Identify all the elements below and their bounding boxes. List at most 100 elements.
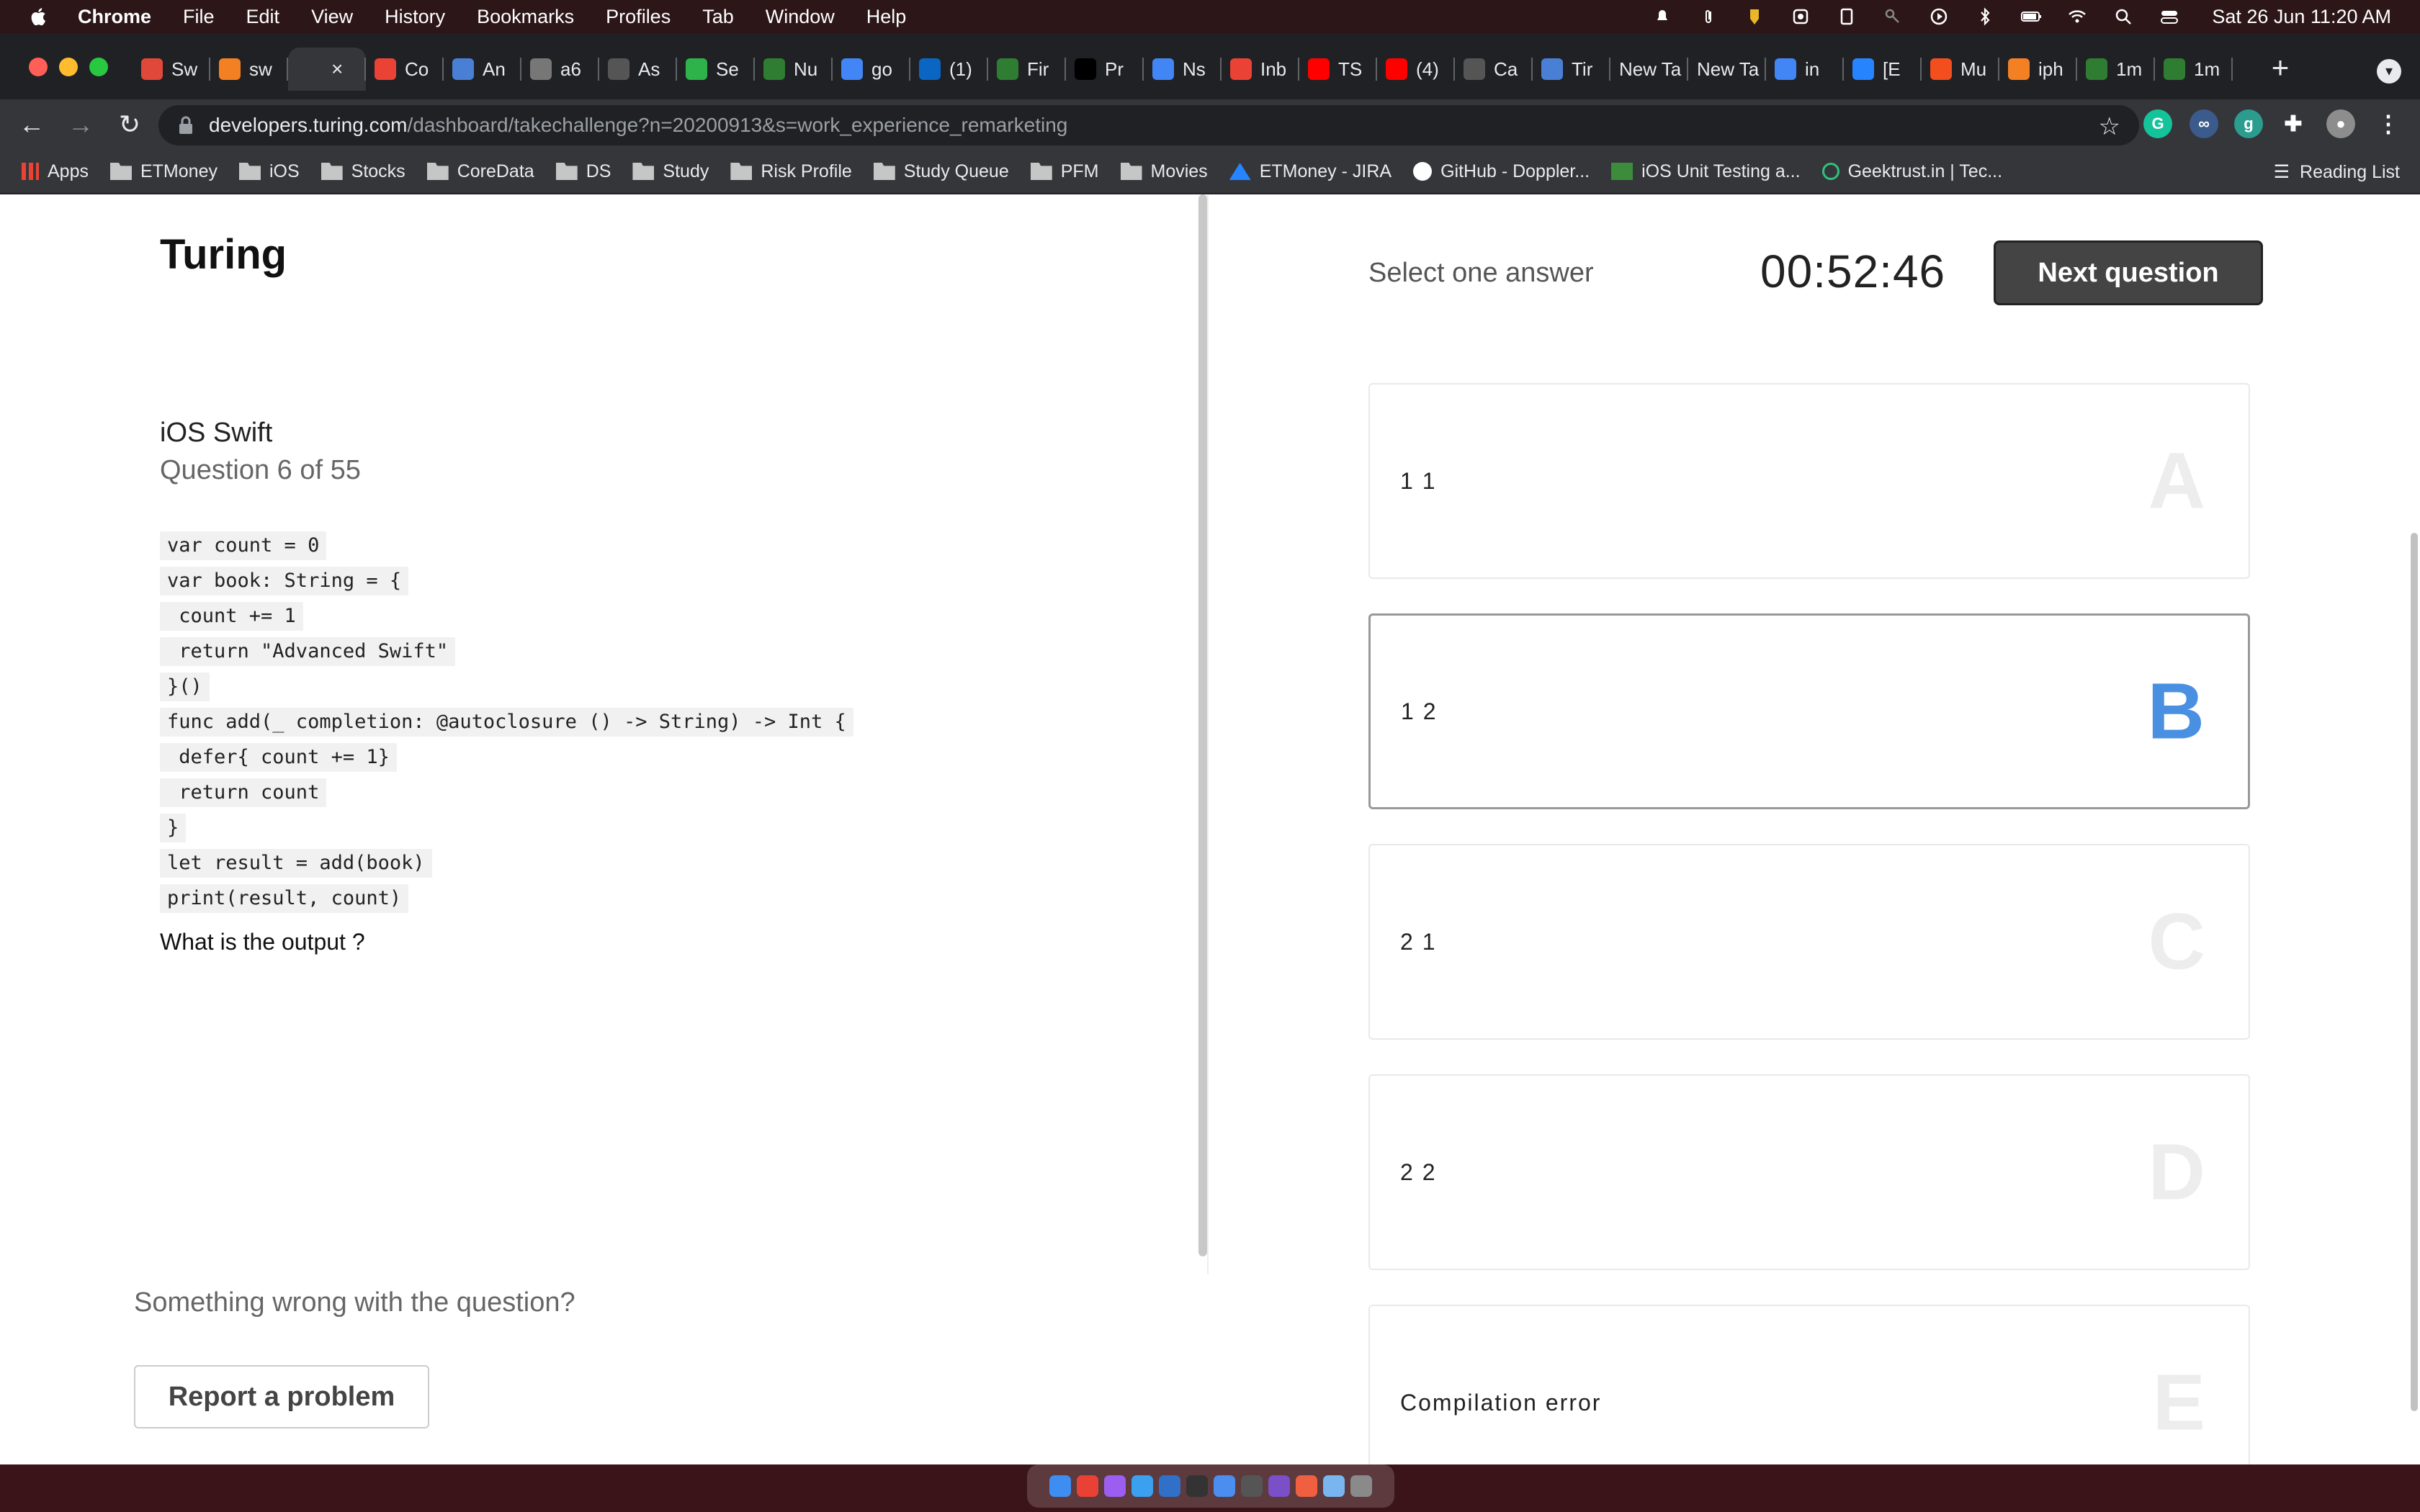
back-arrow-icon[interactable]: ← [12, 104, 52, 145]
menu-app-name[interactable]: Chrome [78, 6, 151, 28]
browser-tab[interactable]: An [444, 48, 521, 91]
answer-option-e[interactable]: Compilation error E [1368, 1305, 2250, 1464]
leetcode-extension-icon[interactable]: ∞ [2190, 109, 2218, 138]
browser-tab[interactable]: Fir [988, 48, 1066, 91]
play-circle-icon[interactable] [1928, 6, 1950, 27]
bookmark-item[interactable]: Risk Profile [730, 161, 852, 182]
profile-avatar[interactable]: ● [2326, 109, 2355, 138]
browser-tab[interactable]: Tir [1533, 48, 1610, 91]
control-center-icon[interactable] [2159, 6, 2180, 27]
browser-tab[interactable]: × [288, 48, 366, 91]
menu-bar-clock[interactable]: Sat 26 Jun 11:20 AM [2212, 6, 2391, 28]
minimize-window-button[interactable] [59, 58, 78, 76]
menu-help[interactable]: Help [866, 6, 907, 28]
menu-view[interactable]: View [311, 6, 353, 28]
bookmark-item[interactable]: iOS [238, 161, 300, 182]
bookmark-item[interactable]: GitHub - Doppler... [1413, 161, 1590, 182]
bookmark-item[interactable]: Movies [1120, 161, 1208, 182]
maps-icon[interactable] [1214, 1475, 1235, 1497]
paperclip-icon[interactable] [1698, 6, 1719, 27]
browser-tab[interactable]: Co [366, 48, 444, 91]
browser-tab[interactable]: sw [210, 48, 288, 91]
browser-tab[interactable]: Mu [1922, 48, 1999, 91]
reload-icon[interactable]: ↻ [109, 104, 150, 145]
battery-icon[interactable] [2020, 6, 2042, 27]
bookmark-star-icon[interactable]: ☆ [2099, 112, 2120, 141]
shield-icon[interactable] [1744, 6, 1765, 27]
browser-tab[interactable]: 1m [2155, 48, 2233, 91]
panel-scrollbar[interactable] [1198, 194, 1207, 1256]
app-dock-icon[interactable] [1159, 1475, 1180, 1497]
bookmark-item[interactable]: ETMoney - JIRA [1229, 161, 1392, 182]
browser-tab[interactable]: New Ta [1610, 48, 1688, 91]
browser-tab[interactable]: New Ta [1688, 48, 1766, 91]
bluetooth-icon[interactable] [1974, 6, 1996, 27]
reading-list-button[interactable]: ☰ Reading List [2274, 150, 2400, 194]
menu-tab[interactable]: Tab [702, 6, 734, 28]
url-text[interactable]: developers.turing.com/dashboard/takechal… [209, 114, 1067, 137]
browser-tab[interactable]: As [599, 48, 677, 91]
app-dock-icon[interactable] [1241, 1475, 1263, 1497]
browser-tab[interactable]: Ns [1144, 48, 1222, 91]
downloads-folder-icon[interactable] [1323, 1475, 1345, 1497]
close-tab-icon[interactable]: × [331, 58, 343, 81]
extension-badge-icon[interactable]: g [2234, 109, 2263, 138]
memory-chip-icon[interactable] [1836, 6, 1857, 27]
bookmark-item[interactable]: ETMoney [109, 161, 218, 182]
menu-edit[interactable]: Edit [246, 6, 280, 28]
bookmark-item[interactable]: Geektrust.in | Tec... [1821, 161, 2002, 182]
answer-option-b[interactable]: 1 2 B [1368, 613, 2250, 809]
browser-tab[interactable]: iph [1999, 48, 2077, 91]
bookmark-item[interactable]: CoreData [426, 161, 534, 182]
close-window-button[interactable] [29, 58, 48, 76]
browser-tab[interactable]: in [1766, 48, 1844, 91]
forward-arrow-icon[interactable]: → [60, 104, 101, 145]
spotlight-search-icon[interactable] [2112, 6, 2134, 27]
tab-search-icon[interactable]: ▾ [2377, 59, 2401, 84]
menu-history[interactable]: History [385, 6, 445, 28]
page-scrollbar-thumb[interactable] [2411, 533, 2418, 1411]
zoom-window-button[interactable] [89, 58, 108, 76]
bookmark-item[interactable]: Stocks [321, 161, 405, 182]
browser-tab[interactable]: a6 [521, 48, 599, 91]
browser-tab[interactable]: [E [1844, 48, 1922, 91]
bookmark-item[interactable]: DS [555, 161, 611, 182]
key-icon[interactable] [1882, 6, 1904, 27]
xcode-icon[interactable] [1131, 1475, 1153, 1497]
swift-playgrounds-icon[interactable] [1296, 1475, 1317, 1497]
terminal-icon[interactable] [1186, 1475, 1208, 1497]
finder-icon[interactable] [1049, 1475, 1071, 1497]
browser-tab[interactable]: Se [677, 48, 755, 91]
answer-option-d[interactable]: 2 2 D [1368, 1074, 2250, 1270]
gear-status-icon[interactable] [1790, 6, 1811, 27]
bookmark-item[interactable]: Study [632, 161, 709, 182]
menu-bookmarks[interactable]: Bookmarks [477, 6, 574, 28]
trash-icon[interactable] [1350, 1475, 1372, 1497]
bookmark-item[interactable]: iOS Unit Testing a... [1611, 161, 1801, 182]
browser-tab[interactable]: TS [1299, 48, 1377, 91]
browser-tab[interactable]: Nu [755, 48, 833, 91]
bookmark-item[interactable]: Study Queue [873, 161, 1009, 182]
browser-tab[interactable]: 1m [2077, 48, 2155, 91]
answer-option-c[interactable]: 2 1 C [1368, 844, 2250, 1040]
grammarly-extension-icon[interactable]: G [2143, 109, 2172, 138]
browser-tab[interactable]: go [833, 48, 910, 91]
menu-window[interactable]: Window [766, 6, 835, 28]
next-question-button[interactable]: Next question [1994, 240, 2263, 305]
menu-profiles[interactable]: Profiles [606, 6, 671, 28]
answer-option-a[interactable]: 1 1 A [1368, 383, 2250, 579]
notification-icon[interactable] [1652, 6, 1673, 27]
app-dock-icon[interactable] [1104, 1475, 1126, 1497]
report-problem-button[interactable]: Report a problem [134, 1365, 429, 1428]
lock-icon[interactable] [177, 115, 194, 135]
app-dock-icon[interactable] [1268, 1475, 1290, 1497]
bookmark-item[interactable]: PFM [1030, 161, 1099, 182]
browser-tab[interactable]: Pr [1066, 48, 1144, 91]
browser-tab[interactable]: Ca [1455, 48, 1533, 91]
apple-icon[interactable] [29, 6, 49, 27]
address-bar[interactable]: developers.turing.com/dashboard/takechal… [158, 105, 2139, 145]
browser-tab[interactable]: (1) [910, 48, 988, 91]
browser-tab[interactable]: Inb [1222, 48, 1299, 91]
wifi-icon[interactable] [2066, 6, 2088, 27]
chrome-menu-icon[interactable]: ⋮ [2374, 109, 2403, 138]
